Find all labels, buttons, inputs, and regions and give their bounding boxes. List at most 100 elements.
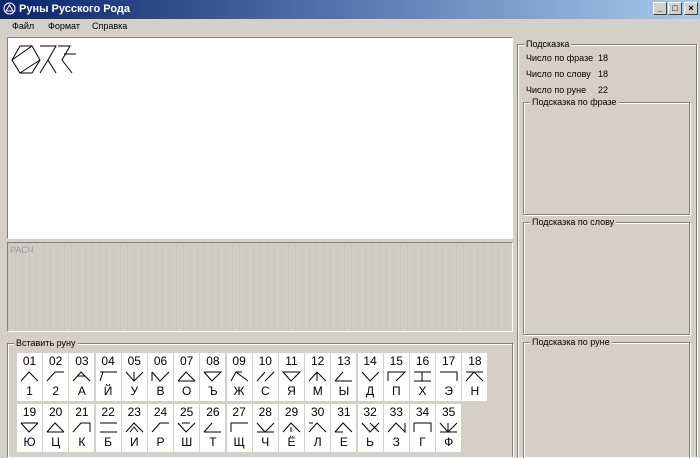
rune-button-21[interactable]: 21 К	[69, 404, 95, 452]
rune-canvas[interactable]	[7, 37, 513, 239]
rune-button-22[interactable]: 22 Б	[95, 404, 121, 452]
rune-button-17[interactable]: 17 Э	[436, 353, 462, 401]
rune-button-07[interactable]: 07 О	[174, 353, 200, 401]
rune-letter: Е	[339, 435, 348, 449]
rune-button-10[interactable]: 10 С	[252, 353, 278, 401]
rune-glyph-icon	[282, 422, 301, 433]
rune-glyph-icon	[177, 422, 196, 433]
rune-glyph-icon	[73, 422, 91, 433]
rune-button-11[interactable]: 11 Я	[279, 353, 304, 401]
rune-number: 16	[415, 354, 430, 368]
rune-button-24[interactable]: 24 Р	[148, 404, 173, 452]
word-hint-title: Подсказка по слову	[530, 217, 617, 228]
rune-button-15[interactable]: 15 П	[383, 353, 409, 401]
rune-glyph-icon	[177, 371, 196, 382]
rune-glyph-icon	[413, 422, 432, 432]
menu-help[interactable]: Справка	[92, 21, 127, 31]
rune-button-04[interactable]: 04 Й	[95, 353, 121, 401]
word-hint-box[interactable]: Подсказка по слову	[523, 217, 690, 335]
rune-glyph-icon	[20, 371, 39, 382]
rune-button-02[interactable]: 02 2	[43, 353, 69, 401]
rune-letter: Б	[104, 435, 113, 449]
phrase-hint-box[interactable]: Подсказка по фразе	[523, 97, 690, 215]
rune-button-23[interactable]: 23 И	[121, 404, 147, 452]
rune-button-12[interactable]: 12 М	[305, 353, 331, 401]
calc-label: РАСЧ	[10, 245, 34, 255]
rune-letter: 1	[26, 384, 33, 398]
rune-button-32[interactable]: 32 Ь	[357, 404, 383, 452]
menu-format[interactable]: Формат	[48, 21, 80, 31]
rune-button-31[interactable]: 31 Е	[331, 404, 357, 452]
rune-number: 17	[442, 354, 456, 368]
phrase-number-row: Число по фразе 18	[526, 53, 608, 63]
rune-number: 09	[232, 354, 246, 368]
rune-number: 02	[49, 354, 63, 368]
rune-button-20[interactable]: 20 Ц	[43, 404, 69, 452]
rune-letter: Г	[419, 435, 426, 449]
rune-letter: Э	[444, 384, 453, 398]
rune-number: 24	[153, 405, 168, 419]
rune-button-27[interactable]: 27 Щ	[226, 404, 252, 452]
rune-letter: Р	[156, 435, 165, 449]
rune-number: 33	[389, 405, 403, 419]
rune-letter: Х	[418, 384, 427, 398]
rune-button-26[interactable]: 26 Т	[200, 404, 226, 452]
rune-button-03[interactable]: 03 А	[69, 353, 95, 401]
rune-letter: Я	[287, 384, 296, 398]
minimize-button[interactable]: _	[653, 2, 667, 15]
rune-glyph-icon	[204, 422, 222, 433]
rune-number: 15	[389, 354, 403, 368]
rune-button-25[interactable]: 25 Ш	[174, 404, 200, 452]
rune-glyph-icon	[125, 371, 144, 382]
word-number-value: 18	[598, 69, 609, 79]
rune-button-16[interactable]: 16 Х	[410, 353, 435, 401]
maximize-button[interactable]: □	[668, 2, 682, 15]
rune-glyph-icon	[439, 422, 458, 433]
rune-button-28[interactable]: 28 Ч	[252, 404, 278, 452]
rune-glyph-icon	[281, 371, 302, 382]
rune-button-30[interactable]: 30 Л	[305, 404, 331, 452]
word-number-label: Число по слову	[526, 69, 591, 79]
rune-glyph-icon	[414, 371, 431, 382]
menu-file[interactable]: Файл	[12, 21, 34, 31]
rune-letter: Ч	[261, 435, 270, 449]
rune-number: 12	[311, 354, 325, 368]
insert-rune-group: Вставить руну 01 1 02 2 03 А 04 Й 05 У 06 В 07 О 08 Ъ 09…	[7, 338, 513, 457]
rune-number-value: 22	[598, 85, 609, 95]
phrase-number-value: 18	[598, 53, 609, 63]
rune-button-05[interactable]: 05 У	[121, 353, 147, 401]
rune-letter: Ь	[366, 435, 375, 449]
rune-letter: Щ	[233, 435, 245, 449]
rune-number: 25	[180, 405, 194, 419]
rune-number: 35	[442, 405, 456, 419]
rune-letter: И	[129, 435, 139, 449]
rune-button-14[interactable]: 14 Д	[357, 353, 383, 401]
rune-button-18[interactable]: 18 Н	[462, 353, 488, 401]
close-button[interactable]: ×	[684, 2, 698, 15]
rune-button-33[interactable]: 33 З	[383, 404, 409, 452]
rune-button-09[interactable]: 09 Ж	[226, 353, 252, 401]
rune-button-08[interactable]: 08 Ъ	[200, 353, 226, 401]
rune-letter: О	[182, 384, 192, 398]
title-bar: Руны Русского Рода _ □ ×	[0, 0, 700, 19]
rune-number: 27	[232, 405, 246, 419]
phrase-number-label: Число по фразе	[526, 53, 594, 63]
calculation-area[interactable]: РАСЧ	[7, 242, 513, 332]
rune-hint-box[interactable]: Подсказка по руне	[523, 337, 690, 458]
rune-number: 03	[75, 354, 89, 368]
rune-button-29[interactable]: 29 Ё	[279, 404, 304, 452]
rune-glyph-icon	[440, 371, 458, 381]
rune-number: 11	[285, 354, 298, 368]
rune-button-13[interactable]: 13 Ы	[331, 353, 357, 401]
rune-button-19[interactable]: 19 Ю	[17, 404, 42, 452]
rune-number: 05	[127, 354, 141, 368]
rune-hint-title: Подсказка по руне	[530, 337, 612, 348]
rune-button-01[interactable]: 01 1	[17, 353, 42, 401]
rune-button-06[interactable]: 06 В	[148, 353, 173, 401]
rune-button-34[interactable]: 34 Г	[410, 404, 435, 452]
rune-letter: М	[312, 384, 323, 398]
rune-letter: Д	[366, 384, 375, 398]
rune-button-35[interactable]: 35 Ф	[436, 404, 462, 452]
rune-number: 22	[101, 405, 115, 419]
rune-glyph-icon	[99, 422, 117, 433]
